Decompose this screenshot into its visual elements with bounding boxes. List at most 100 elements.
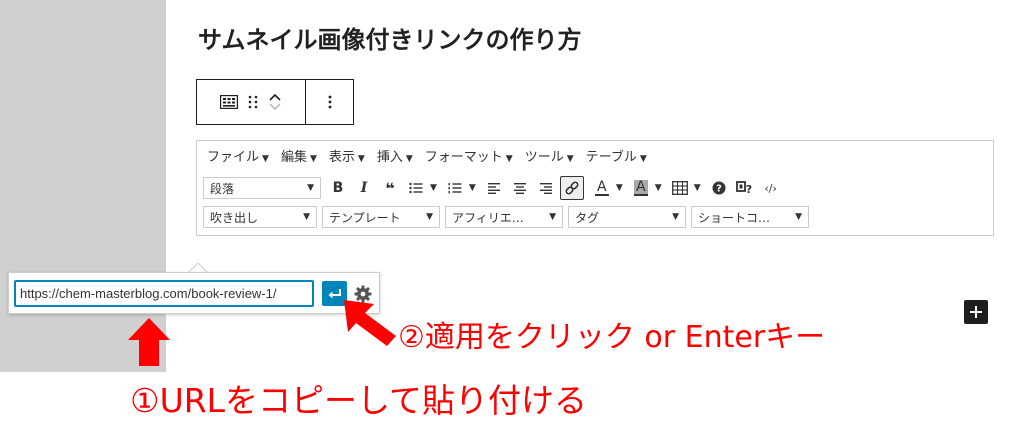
paragraph-select[interactable]: 段落 ▼ [203,177,321,199]
post-title[interactable]: サムネイル画像付きリンクの作り方 [198,20,582,55]
align-center-button[interactable] [508,176,532,200]
table-button[interactable] [668,176,692,200]
special-character-button[interactable]: ? [733,176,757,200]
caret-down-icon[interactable]: ▼ [694,183,701,193]
svg-text:?: ? [745,183,751,195]
drag-handle-icon[interactable] [248,95,258,109]
menu-label: 編集 [280,149,307,165]
add-block-button[interactable] [964,300,988,324]
menu-tools[interactable]: ツール ▼ [525,146,574,165]
special-character-icon: ? [735,181,752,195]
select-value: アフィリエ… [452,210,524,225]
blockquote-button[interactable]: ❝ [378,176,402,200]
affiliate-select[interactable]: アフィリエ… ▼ [445,206,563,228]
classic-editor-toolbar: ファイル ▼ 編集 ▼ 表示 ▼ 挿入 ▼ フォーマット ▼ ツール ▼ テーブル ▼ 段落 ▼… [196,140,994,236]
enter-icon [328,288,341,298]
caret-down-icon: ▼ [303,212,310,222]
caret-down-icon[interactable]: ▼ [469,183,476,193]
link-icon [565,181,579,195]
menu-label: フォーマット [424,149,503,165]
classic-block-icon[interactable] [220,95,238,109]
italic-button[interactable]: I [352,176,376,200]
caret-down-icon: ▼ [672,212,679,222]
toolbar-row-2: 吹き出し ▼ テンプレート ▼ アフィリエ… ▼ タグ ▼ ショートコ… ▼ [203,206,814,228]
menu-insert[interactable]: 挿入 ▼ [377,146,413,165]
numbered-list-icon [448,183,462,194]
code-icon: ‹/› [764,181,777,195]
menu-label: 挿入 [376,149,403,165]
caret-down-icon: ▼ [505,153,513,164]
select-value: ショートコ… [698,210,771,225]
caret-down-icon: ▼ [357,153,365,164]
annotation-step2: ②適用をクリック or Enterキー [398,320,826,355]
menu-format[interactable]: フォーマット ▼ [425,146,513,165]
table-icon [671,181,688,195]
insert-link-button[interactable] [559,176,584,200]
background-color-icon: A [633,179,648,195]
caret-down-icon: ▼ [307,183,314,193]
align-left-icon [487,183,500,194]
color-bar [594,194,609,196]
caret-down-icon: ▼ [405,153,413,164]
move-buttons [268,92,282,112]
shortcode-select[interactable]: ショートコ… ▼ [691,206,809,228]
align-right-button[interactable] [534,176,558,200]
text-color-icon: A [597,179,607,195]
annotation-step1: ①URLをコピーして貼り付ける [130,381,588,420]
block-toolbar [196,79,354,125]
align-center-icon [513,183,526,194]
align-right-icon [539,183,552,194]
color-bar [633,194,648,196]
caret-down-icon: ▼ [639,153,647,164]
menu-table[interactable]: テーブル ▼ [586,146,647,165]
code-button[interactable]: ‹/› [759,176,783,200]
italic-icon: I [360,180,368,196]
balloon-select[interactable]: 吹き出し ▼ [203,206,317,228]
bullet-list-icon [409,182,423,194]
editor-menubar: ファイル ▼ 編集 ▼ 表示 ▼ 挿入 ▼ フォーマット ▼ ツール ▼ テーブル ▼ [197,141,993,169]
background-color-button[interactable]: A [629,176,653,200]
move-up-icon[interactable] [268,92,282,102]
toolbar-row-1: 段落 ▼ B I ❝ ▼ ▼ A ▼ A ▼ ▼ ? ? ‹/› [203,176,785,200]
bold-button[interactable]: B [326,176,350,200]
caret-down-icon: ▼ [309,153,317,164]
tag-select[interactable]: タグ ▼ [568,206,686,228]
template-select[interactable]: テンプレート ▼ [322,206,440,228]
caret-down-icon[interactable]: ▼ [655,183,662,193]
text-color-button[interactable]: A [590,176,614,200]
menu-label: ツール [524,149,564,165]
menu-edit[interactable]: 編集 ▼ [281,146,317,165]
caret-down-icon: ▼ [262,153,269,164]
bold-icon: B [332,180,344,196]
numbered-list-button[interactable] [443,176,467,200]
diagonal-arrow-annotation-icon [344,300,396,346]
help-button[interactable]: ? [707,176,731,200]
url-input[interactable]: https://chem-masterblog.com/book-review-… [14,280,314,307]
up-arrow-annotation-icon [128,318,170,366]
caret-down-icon[interactable]: ▼ [430,183,437,193]
caret-down-icon: ▼ [566,153,574,164]
menu-label: 表示 [328,149,355,165]
block-controls [197,80,305,124]
menu-view[interactable]: 表示 ▼ [329,146,365,165]
menu-label: テーブル [585,149,637,165]
caret-down-icon[interactable]: ▼ [616,183,623,193]
svg-text:?: ? [716,184,722,195]
help-icon: ? [712,181,726,195]
select-value: タグ [575,210,600,225]
caret-down-icon: ▼ [426,212,433,222]
align-left-button[interactable] [482,176,506,200]
move-down-icon[interactable] [268,102,282,112]
menu-file[interactable]: ファイル ▼ [207,146,269,165]
select-value: テンプレート [329,210,401,225]
plus-icon [970,306,982,318]
caret-down-icon: ▼ [549,212,556,222]
select-value: 段落 [210,181,235,196]
link-popover: https://chem-masterblog.com/book-review-… [8,272,380,314]
left-gray-panel [0,0,166,372]
caret-down-icon: ▼ [795,212,802,222]
bullet-list-button[interactable] [404,176,428,200]
more-options-button[interactable] [306,80,353,124]
quote-icon: ❝ [385,178,395,198]
select-value: 吹き出し [210,210,259,225]
